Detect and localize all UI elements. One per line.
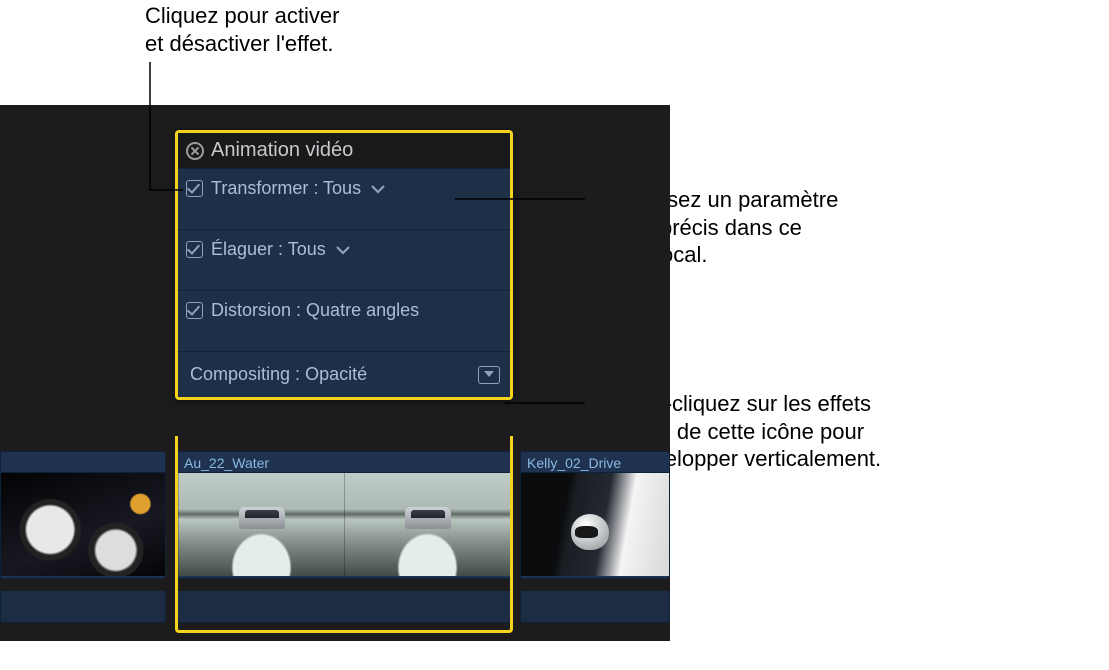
clip-thumbnail (521, 473, 669, 576)
effect-label: Élaguer : Tous (211, 239, 326, 260)
clip-title: Au_22_Water (178, 452, 510, 473)
clip-thumbnail (178, 473, 344, 576)
effect-row-distorsion[interactable]: Distorsion : Quatre angles (178, 290, 510, 351)
clip-selected[interactable]: Au_22_Water (177, 451, 511, 579)
effect-checkbox[interactable] (186, 180, 203, 197)
annotation-toggle-effect: Cliquez pour activer et désactiver l'eff… (145, 2, 339, 57)
effect-row-elaguer[interactable]: Élaguer : Tous (178, 229, 510, 290)
timeline-audio-row (0, 591, 670, 623)
panel-title: Animation vidéo (211, 139, 353, 162)
chevron-down-icon[interactable] (371, 184, 385, 194)
clip-thumbnail (1, 473, 165, 576)
effect-checkbox[interactable] (186, 241, 203, 258)
clip-thumbnail (344, 473, 510, 576)
clip-right[interactable]: Kelly_02_Drive (520, 451, 670, 579)
effect-label: Distorsion : Quatre angles (211, 300, 419, 321)
close-icon[interactable] (186, 142, 204, 160)
effect-row-compositing[interactable]: Compositing : Opacité (178, 351, 510, 397)
effect-label: Compositing : Opacité (190, 364, 367, 385)
effect-checkbox[interactable] (186, 302, 203, 319)
panel-header: Animation vidéo (178, 133, 510, 168)
chevron-down-icon[interactable] (336, 245, 350, 255)
clip-left-partial[interactable] (0, 451, 166, 579)
effect-label: Transformer : Tous (211, 178, 361, 199)
effect-row-transformer[interactable]: Transformer : Tous (178, 168, 510, 229)
expand-icon[interactable] (478, 366, 500, 384)
timeline-row: Au_22_Water Kelly_02_Drive (0, 451, 670, 591)
video-animation-panel: Animation vidéo Transformer : Tous Élagu… (175, 130, 513, 400)
clip-title (1, 452, 165, 473)
clip-title: Kelly_02_Drive (521, 452, 669, 473)
